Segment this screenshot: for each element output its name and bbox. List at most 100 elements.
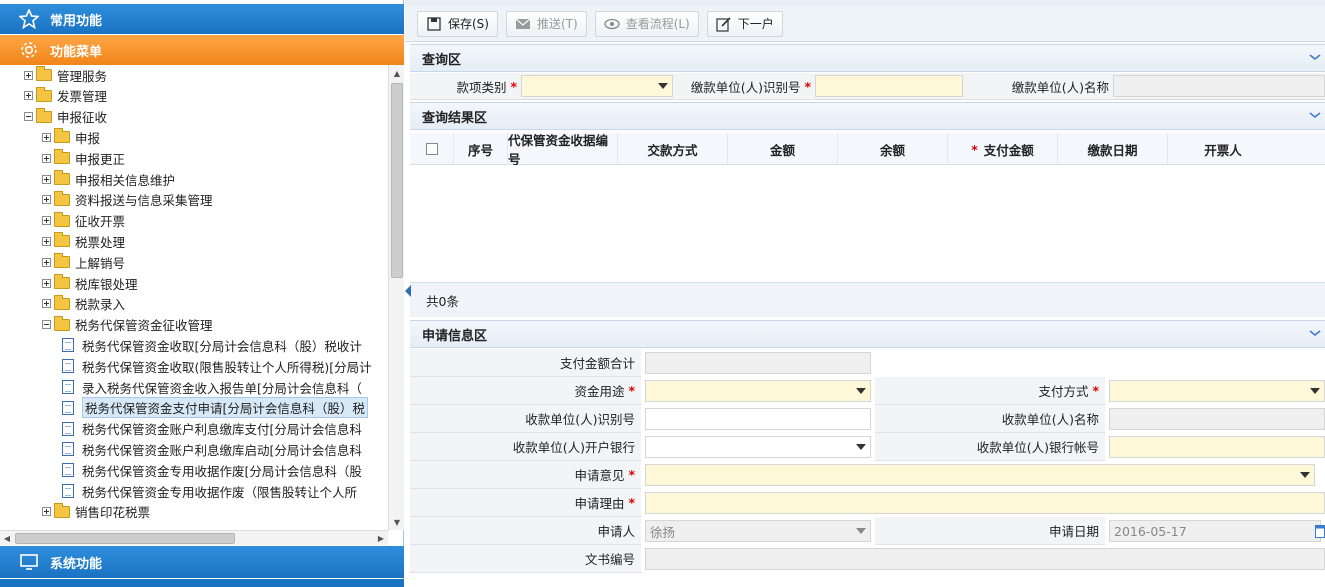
fund-use-label: 资金用途 * [410,377,641,405]
result-section-header[interactable]: 查询结果区 [410,102,1325,130]
tree-leaf-node[interactable]: 税务代保管资金收取(限售股转让个人所得税)[分局计 [62,356,372,376]
tree-folder-node[interactable]: 税务代保管资金征收管理 [42,315,213,335]
tree-folder-node[interactable]: 申报相关信息维护 [42,169,175,189]
tree-leaf-node[interactable]: 税务代保管资金专用收据作废（限售股转让个人所 [62,481,357,501]
reason-input[interactable] [645,492,1325,514]
tree-folder-node[interactable]: 申报征收 [24,107,107,127]
chevron-down-icon[interactable] [1309,109,1321,121]
tree-node-label: 上解销号 [75,255,126,271]
payment-type-select[interactable] [521,75,673,97]
accordion-common-functions[interactable]: 常用功能 [0,4,404,34]
payment-type-label: 款项类别 * [456,79,517,95]
col-pay-method[interactable]: 交款方式 [618,133,728,165]
tree-node-label: 录入税务代保管资金收入报告单[分局计会信息科（ [82,380,362,396]
apply-row-opinion: 申请意见 * [410,461,1325,489]
tree-folder-node[interactable]: 发票管理 [24,86,107,106]
query-section-header[interactable]: 查询区 [410,44,1325,72]
payee-id-input[interactable] [645,408,871,430]
payer-name-input[interactable] [1113,75,1325,97]
tree-vertical-scrollbar[interactable]: ▲ ▼ [388,65,404,530]
col-issuer[interactable]: 开票人 [1168,133,1278,165]
col-balance[interactable]: 余额 [838,133,948,165]
collapse-minus-icon[interactable] [24,112,33,122]
expand-plus-icon[interactable] [42,507,51,517]
collapse-left-icon[interactable] [405,285,411,297]
tree-folder-node[interactable]: 税票处理 [42,231,125,251]
chevron-down-icon[interactable] [1309,51,1321,63]
push-button[interactable]: 推送(T) [505,10,587,37]
select-all-checkbox[interactable] [425,143,438,155]
tree-horizontal-scrollbar[interactable]: ◀ ▶ [0,530,388,545]
chevron-down-icon[interactable] [1309,327,1321,339]
scroll-up-arrow-icon[interactable]: ▲ [389,65,405,81]
payee-account-input[interactable] [1109,436,1325,458]
col-amount[interactable]: 金额 [728,133,838,165]
select-all-checkbox-cell[interactable] [410,133,454,165]
view-flow-button[interactable]: 查看流程(L) [594,10,699,37]
doc-no-input[interactable] [645,548,1325,570]
expand-plus-icon[interactable] [42,132,51,142]
expand-plus-icon[interactable] [42,174,51,184]
tree-leaf-node[interactable]: 税务代保管资金支付申请[分局计会信息科（股）税 [62,397,368,419]
expand-plus-icon[interactable] [24,70,33,80]
panel-collapse-handle[interactable] [405,280,411,302]
tree-leaf-node[interactable]: 税务代保管资金收取[分局计会信息科（股）税收计 [62,335,362,355]
applicant-select[interactable]: 徐扬 [645,520,871,542]
expand-plus-icon[interactable] [42,216,51,226]
tree-folder-node[interactable]: 申报更正 [42,148,125,168]
tree-leaf-node[interactable]: 税务代保管资金账户利息缴库支付[分局计会信息科 [62,419,362,439]
apply-date-input[interactable]: 2016-05-17 [1109,520,1321,542]
apply-date-label: 申请日期 [875,517,1105,545]
expand-plus-icon[interactable] [42,153,51,163]
col-receipt-no[interactable]: 代保管资金收据编号 [508,133,618,167]
scroll-left-arrow-icon[interactable]: ◀ [0,531,14,546]
payee-name-input[interactable] [1109,408,1325,430]
reason-label: 申请理由 * [410,489,641,517]
accordion-more[interactable] [0,579,404,587]
tree-folder-node[interactable]: 税库银处理 [42,273,138,293]
tree-folder-node[interactable]: 税款录入 [42,294,125,314]
expand-plus-icon[interactable] [42,257,51,267]
apply-row-applicant: 申请人 徐扬 申请日期 2016-05-17 [410,517,1325,545]
tree-folder-node[interactable]: 资料报送与信息采集管理 [42,190,213,210]
tree-folder-node[interactable]: 上解销号 [42,252,125,272]
total-amount-input[interactable] [645,352,871,374]
tree-leaf-node[interactable]: 税务代保管资金专用收据作废[分局计会信息科（股 [62,460,362,480]
expand-plus-icon[interactable] [42,299,51,309]
tree-folder-node[interactable]: 管理服务 [24,65,107,85]
pay-method-select[interactable] [1109,380,1325,402]
folder-icon [54,294,70,310]
save-button[interactable]: 保存(S) [417,10,498,37]
expand-plus-icon[interactable] [42,236,51,246]
tree-folder-node[interactable]: 申报 [42,127,100,147]
apply-section-header[interactable]: 申请信息区 [410,320,1325,348]
tree-folder-node[interactable]: 销售印花税票 [42,502,150,522]
accordion-system-functions[interactable]: 系统功能 [0,546,404,578]
col-seq[interactable]: 序号 [454,133,508,165]
calendar-icon[interactable] [1315,524,1325,538]
tree-leaf-node[interactable]: 税务代保管资金账户利息缴库启动[分局计会信息科 [62,439,362,459]
collapse-minus-icon[interactable] [42,320,51,330]
expand-plus-icon[interactable] [42,278,51,288]
expand-plus-icon[interactable] [24,91,33,101]
fund-use-select[interactable] [645,380,871,402]
scroll-right-arrow-icon[interactable]: ▶ [374,531,388,546]
accordion-function-menu[interactable]: 功能菜单 [0,35,404,65]
push-label: 推送(T) [536,17,578,31]
next-household-button[interactable]: 下一户 [706,10,783,37]
payer-id-input[interactable] [815,75,963,97]
col-pay-amount[interactable]: * 支付金额 [948,133,1058,165]
scroll-down-arrow-icon[interactable]: ▼ [389,514,405,530]
scroll-thumb[interactable] [391,83,403,278]
apply-row-docno: 文书编号 [410,545,1325,573]
col-pay-date[interactable]: 缴款日期 [1058,133,1168,165]
payee-account-label: 收款单位(人)银行帐号 [875,433,1105,461]
tree-leaf-node[interactable]: 录入税务代保管资金收入报告单[分局计会信息科（ [62,377,362,397]
opinion-select[interactable] [645,464,1315,486]
expand-plus-icon[interactable] [42,195,51,205]
folder-icon [54,128,70,144]
apply-row-use: 资金用途 * 支付方式 * [410,377,1325,405]
tree-folder-node[interactable]: 征收开票 [42,211,125,231]
payee-bank-select[interactable] [645,436,871,458]
scroll-h-thumb[interactable] [15,533,235,544]
